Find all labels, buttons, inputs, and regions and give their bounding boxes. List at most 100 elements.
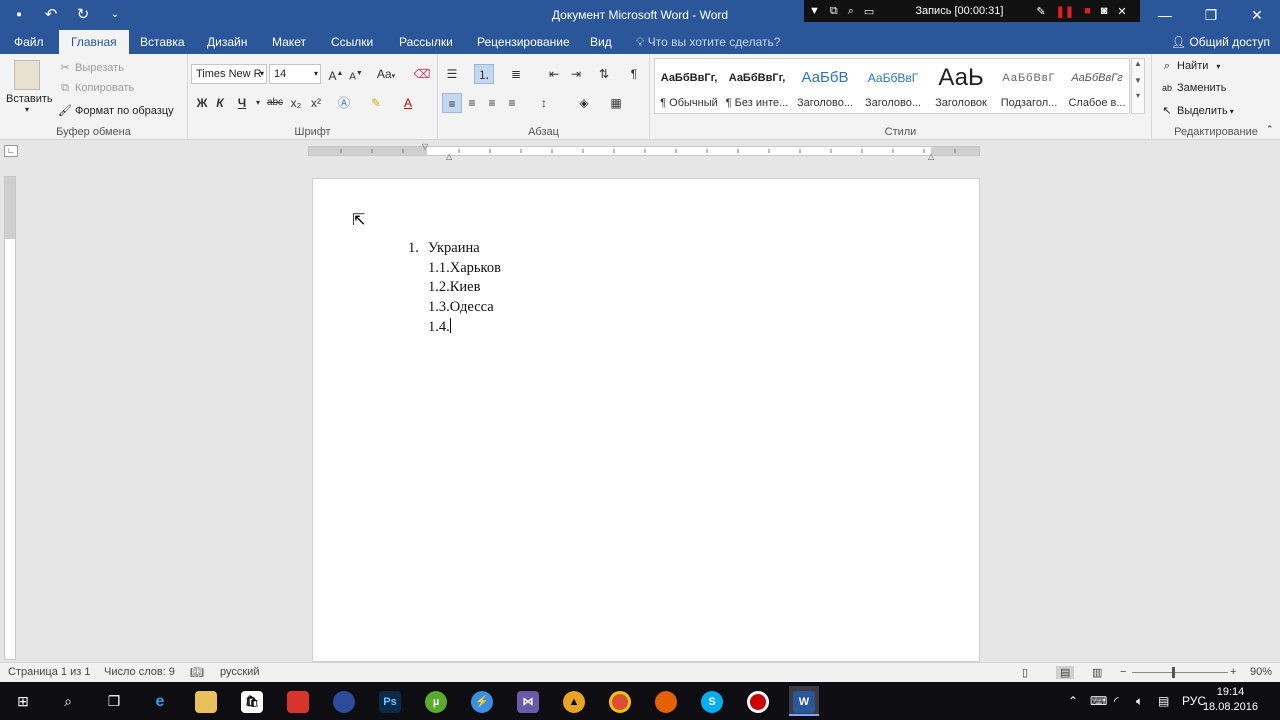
style-subtitle[interactable]: АаБбВвГ Подзагол... xyxy=(995,59,1063,115)
tab-selector[interactable]: ∟ xyxy=(4,145,18,157)
recorder-stop-icon[interactable]: ■ xyxy=(1079,5,1096,17)
subscript-button[interactable]: x₂ xyxy=(286,93,306,113)
volume-icon[interactable]: 🔈︎ xyxy=(1136,682,1143,720)
shading-icon[interactable]: ◈ xyxy=(574,93,594,113)
recorder-icon[interactable] xyxy=(743,686,773,716)
align-right-icon[interactable]: ≡ xyxy=(482,93,502,113)
list-item-level-2-current[interactable]: 1.4. xyxy=(428,318,451,336)
sort-icon[interactable]: ⇅ xyxy=(594,64,614,84)
bullets-icon[interactable]: ☰ xyxy=(442,64,462,84)
document-page[interactable]: 1. Украина 1.1.Харьков 1.2.Киев 1.3.Одес… xyxy=(312,178,980,662)
zoom-out-icon[interactable]: − xyxy=(1120,666,1126,678)
recorder-pause-icon[interactable]: ❚❚ xyxy=(1051,5,1079,18)
tab-references[interactable]: Ссылки xyxy=(319,30,385,54)
copy-button[interactable]: ⧉ Копировать xyxy=(58,82,134,95)
bold-button[interactable]: Ж xyxy=(192,93,212,113)
task-view-icon[interactable]: ❐ xyxy=(99,686,129,716)
font-color-icon[interactable]: A xyxy=(398,93,418,113)
tab-insert[interactable]: Вставка xyxy=(128,30,197,54)
zoom-slider[interactable] xyxy=(1132,672,1228,673)
style-no-spacing[interactable]: АаБбВвГг, ¶ Без инте... xyxy=(723,59,791,115)
edge-icon[interactable]: e xyxy=(145,686,175,716)
recorder-region-icon[interactable]: ▭ xyxy=(859,5,879,18)
tab-home[interactable]: Главная xyxy=(59,30,129,54)
firefox-icon[interactable] xyxy=(651,686,681,716)
italic-button[interactable]: К xyxy=(210,93,230,113)
recorder-camera-icon[interactable]: ◙ xyxy=(1096,5,1113,17)
app-icon[interactable]: ⚡ xyxy=(467,686,497,716)
style-normal[interactable]: АаБбВвГг, ¶ Обычный xyxy=(655,59,723,115)
recorder-close-icon[interactable]: ✕ xyxy=(1112,5,1131,18)
tab-mailings[interactable]: Рассылки xyxy=(387,30,465,54)
restore-icon[interactable]: ❐ xyxy=(1188,0,1234,30)
style-heading-2[interactable]: АаБбВвГ Заголово... xyxy=(859,59,927,115)
proofing-icon[interactable]: 📖︎ xyxy=(190,666,204,679)
align-center-icon[interactable]: ≡ xyxy=(462,93,482,113)
recorder-pen-icon[interactable]: ✎ xyxy=(1031,5,1050,18)
utorrent-icon[interactable]: µ xyxy=(421,686,451,716)
right-indent-marker[interactable]: △ xyxy=(928,152,934,161)
shrink-font-button[interactable]: A▼ xyxy=(346,64,366,84)
tray-overflow-icon[interactable]: ⌃ xyxy=(1068,682,1078,720)
recorder-window-icon[interactable]: ⧉ xyxy=(825,5,843,18)
word-count[interactable]: Число слов: 9 xyxy=(104,666,175,678)
photoshop-icon[interactable]: Ps xyxy=(375,686,405,716)
print-layout-icon[interactable]: ▤ xyxy=(1056,666,1075,679)
system-clock[interactable]: 19:14 18.08.2016 xyxy=(1203,685,1258,715)
style-heading-1[interactable]: АаБбВ Заголово... xyxy=(791,59,859,115)
cut-button[interactable]: ✂ Вырезать xyxy=(58,61,124,74)
search-icon[interactable]: ⌕ xyxy=(53,686,83,716)
select-button[interactable]: ↖ Выделить ▾ xyxy=(1160,104,1233,117)
paste-button[interactable]: Вставить ▾ xyxy=(6,60,53,120)
word-icon[interactable]: W xyxy=(789,686,819,716)
app-icon[interactable]: ⋈ xyxy=(513,686,543,716)
windows-start-icon[interactable]: ⊞ xyxy=(8,686,38,716)
font-size-select[interactable]: 14 ▾ xyxy=(269,64,321,84)
clear-formatting-icon[interactable]: ⌫ xyxy=(412,64,432,84)
format-painter-button[interactable]: 🖌︎ Формат по образцу xyxy=(58,104,174,117)
tab-review[interactable]: Рецензирование xyxy=(465,30,582,54)
vertical-ruler[interactable] xyxy=(4,176,16,660)
left-indent-marker[interactable]: △ xyxy=(446,152,452,161)
skype-icon[interactable]: S xyxy=(697,686,727,716)
horizontal-ruler[interactable] xyxy=(308,146,980,156)
web-layout-icon[interactable]: ▥ xyxy=(1092,666,1102,679)
read-mode-icon[interactable]: ▯ xyxy=(1022,666,1028,679)
find-button[interactable]: ⌕ Найти ▾ xyxy=(1160,60,1221,73)
list-item-level-2[interactable]: 1.2.Киев xyxy=(428,279,480,296)
style-title[interactable]: АаЬ Заголовок xyxy=(927,59,995,115)
collapse-ribbon-icon[interactable]: ⌃ xyxy=(1266,124,1274,135)
highlight-icon[interactable]: ✎ xyxy=(366,93,386,113)
chevron-down-icon[interactable]: ▼ xyxy=(1132,76,1144,85)
numbering-icon[interactable]: ⒈ xyxy=(474,64,494,84)
grow-font-button[interactable]: A▲ xyxy=(326,64,346,84)
decrease-indent-icon[interactable]: ⇤ xyxy=(544,64,564,84)
tab-view[interactable]: Вид xyxy=(578,30,624,54)
first-line-indent-marker[interactable]: ▽ xyxy=(422,142,428,151)
zoom-level[interactable]: 90% xyxy=(1250,666,1272,678)
replace-button[interactable]: ab Заменить xyxy=(1160,82,1226,94)
recorder-zoom-icon[interactable]: ⌕ xyxy=(843,5,859,18)
show-marks-icon[interactable]: ¶ xyxy=(624,64,644,84)
page-count[interactable]: Страница 1 из 1 xyxy=(8,666,90,678)
justify-icon[interactable]: ≡ xyxy=(502,93,522,113)
tab-design[interactable]: Дизайн xyxy=(195,30,259,54)
language-indicator[interactable]: русский xyxy=(220,666,259,678)
increase-indent-icon[interactable]: ⇥ xyxy=(566,64,586,84)
share-button[interactable]: 👤︎ Общий доступ xyxy=(1171,30,1270,54)
file-explorer-icon[interactable] xyxy=(191,686,221,716)
close-icon[interactable]: ✕ xyxy=(1234,0,1280,30)
zoom-slider-thumb[interactable] xyxy=(1172,667,1175,678)
more-styles-icon[interactable]: ▾ xyxy=(1132,91,1144,100)
line-spacing-icon[interactable]: ↕ xyxy=(534,93,554,113)
font-name-select[interactable]: Times New R ▾ xyxy=(191,64,267,84)
strikethrough-button[interactable]: abc xyxy=(264,93,286,113)
tell-me-box[interactable]: 💡︎ Что вы хотите сделать? xyxy=(636,30,780,54)
wifi-icon[interactable]: ◜ xyxy=(1114,682,1119,720)
app-icon[interactable] xyxy=(329,686,359,716)
align-left-icon[interactable]: ≡ xyxy=(442,93,462,113)
tab-layout[interactable]: Макет xyxy=(260,30,318,54)
tab-file[interactable]: Файл xyxy=(2,30,56,54)
chevron-up-icon[interactable]: ▲ xyxy=(1132,59,1144,68)
list-item-level-2[interactable]: 1.1.Харьков xyxy=(428,260,501,277)
